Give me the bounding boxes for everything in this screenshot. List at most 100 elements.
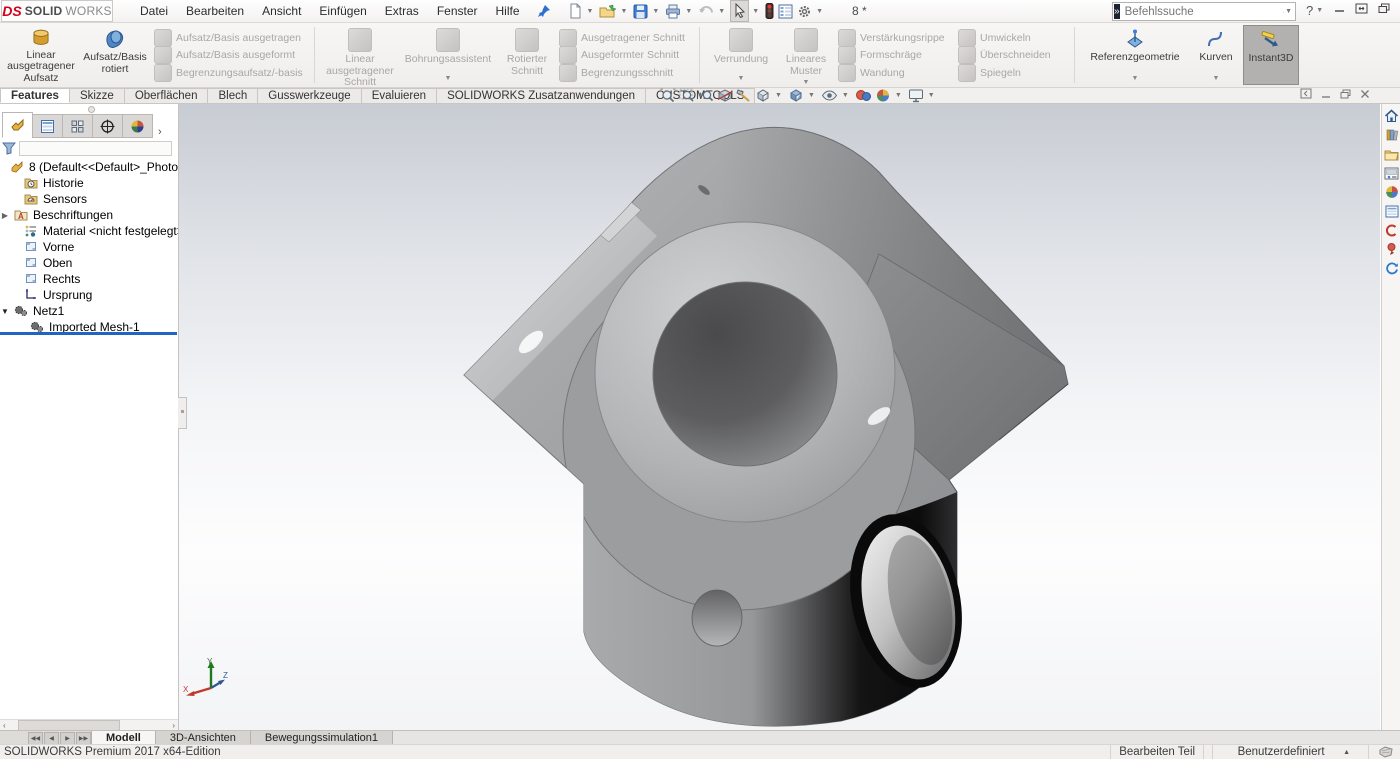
view-orientation-dropdown[interactable]: ▼ (775, 92, 782, 99)
tab-skizze[interactable]: Skizze (70, 88, 125, 103)
restore-button[interactable] (1378, 3, 1390, 14)
tree-item-sensors[interactable]: Sensors (0, 191, 178, 207)
displaymanager-tab[interactable] (122, 114, 153, 138)
help-dropdown[interactable]: ▼ (1316, 7, 1323, 14)
tab-bewegungssimulation[interactable]: Bewegungssimulation1 (251, 731, 393, 745)
linear-pattern-button[interactable]: Lineares Muster ▼ (776, 25, 836, 85)
scroll-left-arrow[interactable]: ‹ (3, 721, 6, 730)
updates-icon[interactable] (1383, 260, 1400, 276)
rollback-bar[interactable] (0, 332, 177, 335)
swept-boss-button[interactable]: Aufsatz/Basis ausgetragen (154, 29, 306, 46)
dimxpertmanager-tab[interactable] (92, 114, 123, 138)
mirror-button[interactable]: Spiegeln (958, 64, 1066, 81)
menu-datei[interactable]: Datei (131, 1, 177, 21)
doc-minimize-button[interactable] (1321, 89, 1331, 99)
fillet-button[interactable]: Verrundung ▼ (706, 25, 776, 85)
maximize-button[interactable] (1355, 3, 1368, 14)
undo-dropdown[interactable]: ▼ (718, 8, 725, 15)
search-icon[interactable] (1283, 5, 1285, 19)
shell-button[interactable]: Wandung (838, 64, 954, 81)
save-button[interactable] (632, 1, 649, 21)
section-view-icon[interactable] (717, 88, 733, 103)
customtools-icon[interactable] (1383, 222, 1400, 238)
scroll-right-arrow[interactable]: › (172, 721, 175, 730)
front-hole[interactable] (692, 590, 742, 646)
propertymanager-tab[interactable] (32, 114, 63, 138)
options-gear-button[interactable] (796, 1, 813, 21)
tree-item-beschriftungen[interactable]: ▶ A Beschriftungen (0, 207, 178, 223)
reference-geometry-dropdown[interactable]: ▼ (1132, 73, 1139, 85)
menu-extras[interactable]: Extras (376, 1, 428, 21)
viewport-splitter-handle[interactable] (178, 397, 187, 429)
draft-button[interactable]: Formschräge (838, 47, 954, 64)
previous-view-icon[interactable] (698, 88, 714, 103)
print-dropdown[interactable]: ▼ (685, 8, 692, 15)
select-dropdown[interactable]: ▼ (752, 8, 759, 15)
dynamic-annotation-icon[interactable] (736, 88, 752, 103)
configurationmanager-tab[interactable] (62, 114, 93, 138)
curves-dropdown[interactable]: ▼ (1213, 73, 1220, 85)
prev-tab-button[interactable]: ◀ (44, 732, 59, 745)
menu-fenster[interactable]: Fenster (428, 1, 487, 21)
tab-gusswerkzeuge[interactable]: Gusswerkzeuge (258, 88, 361, 103)
collapse-pane-icon[interactable] (1300, 88, 1312, 99)
pin-menu-icon[interactable] (537, 4, 551, 18)
view-settings-dropdown[interactable]: ▼ (928, 92, 935, 99)
new-document-button[interactable] (567, 1, 584, 21)
view-palette-icon[interactable] (1383, 165, 1400, 181)
view-orientation-icon[interactable] (755, 88, 771, 103)
tree-filter-input[interactable] (19, 141, 172, 156)
search-input[interactable] (1121, 6, 1283, 18)
tab-evaluieren[interactable]: Evaluieren (362, 88, 437, 103)
tree-item-rechts[interactable]: Rechts (0, 271, 178, 287)
first-tab-button[interactable]: ◀◀ (28, 732, 43, 745)
rib-button[interactable]: Verstärkungsrippe (838, 29, 954, 46)
tab-modell[interactable]: Modell (91, 731, 156, 745)
undo-button[interactable] (697, 1, 715, 21)
revolved-boss-button[interactable]: Aufsatz/Basis rotiert (78, 25, 152, 85)
menu-bearbeiten[interactable]: Bearbeiten (177, 1, 253, 21)
fillet-dropdown[interactable]: ▼ (738, 73, 745, 85)
units-dropdown[interactable]: ▲ (1343, 749, 1350, 756)
zoom-to-fit-icon[interactable] (660, 88, 676, 103)
menu-hilfe[interactable]: Hilfe (487, 1, 529, 21)
reference-geometry-button[interactable]: Referenzgeometrie ▼ (1081, 25, 1189, 85)
design-library-icon[interactable] (1383, 127, 1400, 143)
display-style-icon[interactable] (788, 88, 804, 103)
apply-scene-icon[interactable] (875, 88, 891, 103)
open-button[interactable] (598, 1, 617, 21)
select-button[interactable] (730, 0, 749, 22)
file-explorer-icon[interactable] (1383, 146, 1400, 162)
file-properties-button[interactable] (777, 1, 794, 21)
wrap-button[interactable]: Umwickeln (958, 29, 1066, 46)
part-model[interactable] (179, 104, 1380, 744)
rebuild-traffic-light-button[interactable] (764, 1, 775, 21)
boundary-boss-button[interactable]: Begrenzungsaufsatz/-basis (154, 64, 306, 81)
search-scope-icon[interactable]: » (1114, 4, 1120, 19)
appearances-icon[interactable] (1383, 184, 1400, 200)
minimize-button[interactable] (1334, 3, 1345, 14)
tab-3d-ansichten[interactable]: 3D-Ansichten (156, 731, 251, 745)
revolved-cut-button[interactable]: Rotierter Schnitt (497, 25, 557, 85)
hole-wizard-dropdown[interactable]: ▼ (445, 73, 452, 85)
print-button[interactable] (664, 1, 682, 21)
save-dropdown[interactable]: ▼ (652, 8, 659, 15)
tree-item-ursprung[interactable]: Ursprung (0, 287, 178, 303)
tab-oberflaechen[interactable]: Oberflächen (125, 88, 209, 103)
units-selector[interactable]: Benutzerdefiniert (1221, 746, 1341, 758)
manager-tab-overflow[interactable]: › (158, 126, 162, 138)
new-document-dropdown[interactable]: ▼ (587, 8, 594, 15)
forum-icon[interactable] (1383, 241, 1400, 257)
tab-features[interactable]: Features (0, 88, 70, 103)
tree-item-historie[interactable]: Historie (0, 175, 178, 191)
menu-ansicht[interactable]: Ansicht (253, 1, 310, 21)
boundary-cut-button[interactable]: Begrenzungsschnitt (559, 64, 691, 81)
intersect-button[interactable]: Überschneiden (958, 47, 1066, 64)
last-tab-button[interactable]: ▶▶ (76, 732, 91, 745)
swept-cut-button[interactable]: Ausgetragener Schnitt (559, 29, 691, 46)
hole-wizard-button[interactable]: Bohrungsassistent ▼ (399, 25, 497, 85)
center-bore[interactable] (653, 282, 837, 466)
extruded-boss-button[interactable]: Linear ausgetragener Aufsatz (4, 25, 78, 85)
instant3d-button[interactable]: Instant3D (1243, 25, 1299, 85)
edit-appearance-icon[interactable] (855, 88, 872, 103)
